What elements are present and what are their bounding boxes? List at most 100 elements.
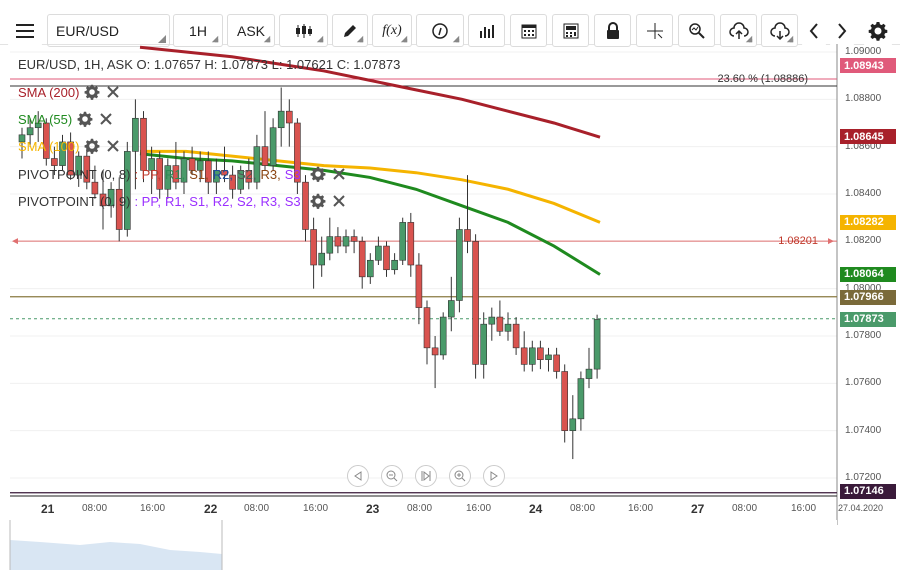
close-icon[interactable] (98, 111, 114, 127)
candle (439, 312, 447, 360)
price-axis-label: 1.09000 (845, 46, 882, 57)
legend-sma100[interactable]: SMA (100) (18, 138, 121, 154)
candle-body (528, 347, 536, 365)
candle-body (269, 127, 277, 166)
candle-body (545, 354, 552, 360)
tag-sma100: 1.08282 (840, 214, 896, 230)
reset-view-button[interactable] (415, 465, 437, 487)
price-axis-label: 1.08200 (845, 235, 882, 247)
close-icon[interactable] (331, 193, 347, 209)
candle-body (447, 300, 455, 318)
candle-body (415, 264, 423, 308)
pan-left-button[interactable] (347, 465, 369, 487)
legend-pivot8-parts: : PP, R1, S1, R2, S2, R3, S3 (134, 167, 304, 182)
tag-fib: 1.08943 (840, 58, 896, 74)
gear-icon[interactable] (310, 166, 326, 182)
time-axis-label: 16:00 (140, 503, 166, 514)
candle-body (310, 229, 317, 266)
pivot-part: R1, (164, 166, 186, 182)
candle-body (520, 347, 528, 365)
time-axis-label: 27.04.2020 (838, 503, 884, 513)
candle-body (439, 316, 447, 356)
candle (553, 347, 560, 379)
hline-arrow-left (12, 238, 18, 245)
zoom-in-icon (454, 470, 466, 482)
candle (383, 241, 390, 277)
pivot-part: R3, (260, 193, 281, 209)
ohlc-readout: EUR/USD, 1H, ASK O: 1.07657 H: 1.07873 L… (18, 57, 401, 72)
candle-body (593, 319, 601, 370)
candle-body (26, 127, 34, 136)
time-axis-label: 16:00 (466, 503, 492, 514)
candle-body (350, 236, 358, 242)
pivot-part: S1, (189, 166, 209, 182)
gear-icon[interactable] (84, 84, 100, 100)
candle-body (472, 241, 479, 365)
candle-body (504, 323, 512, 332)
candle-body (537, 347, 544, 360)
gear-icon[interactable] (77, 111, 93, 127)
candle (472, 234, 479, 379)
candle-body (383, 245, 390, 271)
time-axis-day-label: 24 (529, 502, 543, 516)
gear-icon[interactable] (310, 193, 326, 209)
candle-body (512, 323, 520, 349)
price-chart[interactable]: 23.60 % (1.08886) 1.08201 (0, 0, 900, 570)
pivot-part: R2, (212, 193, 233, 209)
time-axis-label: 08:00 (82, 503, 108, 514)
candle (480, 312, 488, 379)
pivot-part: S2, (236, 193, 257, 209)
zoom-out-icon (386, 470, 398, 482)
candle-body (553, 354, 560, 372)
candle-body (431, 347, 439, 356)
price-axis-label: 1.07200 (845, 472, 882, 483)
candle (115, 177, 123, 242)
candle (358, 236, 366, 289)
gear-icon[interactable] (84, 138, 100, 154)
candle (310, 217, 317, 289)
candle (342, 229, 350, 254)
candle (431, 336, 439, 389)
candle-body (407, 222, 415, 266)
candle (399, 217, 407, 265)
candle-body (488, 316, 496, 325)
close-icon[interactable] (331, 166, 347, 182)
pivot-part: : PP, (134, 193, 161, 209)
candle (423, 300, 431, 365)
candle-body (423, 307, 431, 349)
candle (294, 118, 301, 194)
price-axis-label: 1.07800 (845, 330, 882, 341)
candle (415, 253, 423, 325)
candle (447, 276, 455, 332)
legend-pivot9[interactable]: PIVOTPOINT (0, 9) : PP, R1, S1, R2, S2, R3, S3 (18, 193, 347, 209)
candle (261, 111, 269, 171)
candle (569, 395, 577, 460)
time-axis-label: 16:00 (303, 503, 329, 514)
price-axis-label: 1.08800 (845, 93, 882, 105)
legend-sma100-label: SMA (100) (18, 138, 80, 154)
zoom-in-button[interactable] (449, 465, 471, 487)
tag-sma55: 1.08064 (840, 266, 896, 282)
legend-sma200[interactable]: SMA (200) (18, 84, 121, 100)
candle-body (132, 117, 139, 152)
legend-pivot8[interactable]: PIVOTPOINT (0, 8) : PP, R1, S1, R2, S2, R3, S3 (18, 166, 347, 182)
pan-right-button[interactable] (483, 465, 505, 487)
time-axis-day-label: 23 (366, 502, 380, 516)
close-icon[interactable] (105, 138, 121, 154)
legend-pivot9-parts: : PP, R1, S1, R2, S2, R3, S3 (134, 194, 304, 209)
pivot-part: R1, (164, 193, 186, 209)
pivot-part: S1, (189, 193, 209, 209)
candle-body (261, 146, 269, 166)
candle-body (277, 110, 285, 129)
tag-sma200: 1.08645 (840, 129, 896, 145)
candle (520, 331, 528, 372)
zoom-out-button[interactable] (381, 465, 403, 487)
tag-last: 1.07873 (840, 311, 896, 327)
close-icon[interactable] (105, 84, 121, 100)
candle-body (342, 236, 350, 247)
candle (407, 212, 415, 277)
legend-sma55[interactable]: SMA (55) (18, 111, 114, 127)
navigator-strip[interactable] (0, 520, 837, 570)
legend-sma200-label: SMA (200) (18, 84, 80, 100)
time-axis-label: 08:00 (732, 503, 758, 514)
